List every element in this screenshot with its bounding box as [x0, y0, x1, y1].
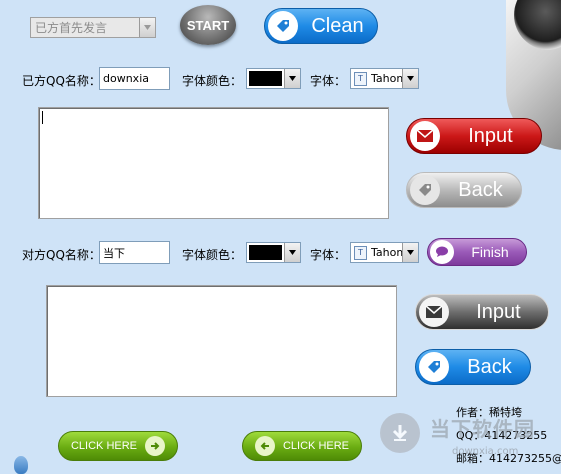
clean-button[interactable]: Clean: [264, 8, 378, 44]
own-input-label: Input: [468, 124, 513, 147]
own-color-label: 字体颜色：: [182, 74, 243, 88]
own-font-select[interactable]: T Tahoma: [350, 68, 419, 89]
finish-label: Finish: [471, 244, 509, 260]
click-right-label: CLICK HERE: [282, 440, 350, 452]
tag-icon: [268, 11, 298, 41]
click-here-right-button[interactable]: CLICK HERE: [242, 431, 362, 461]
own-color-select[interactable]: [246, 68, 301, 89]
other-font-value: Tahoma: [371, 246, 402, 259]
other-input-label: Input: [476, 300, 521, 323]
start-label: START: [186, 17, 230, 33]
other-qq-value: 当下: [103, 246, 125, 260]
download-arrow-icon: [380, 413, 420, 453]
arrow-right-icon: [145, 436, 166, 456]
own-qq-value: downxia: [103, 72, 149, 85]
other-font-select[interactable]: T Tahoma: [350, 242, 419, 263]
chevron-down-icon: [284, 69, 300, 88]
chevron-down-icon: [402, 69, 418, 88]
drop-decoration: [14, 456, 28, 474]
turn-select-value: 已方首先发言: [35, 21, 108, 35]
click-left-label: CLICK HERE: [70, 440, 138, 452]
other-qq-label: 对方QQ名称：: [22, 248, 101, 262]
other-qq-input[interactable]: 当下: [99, 241, 170, 264]
chevron-down-icon: [139, 18, 155, 37]
own-qq-input[interactable]: downxia: [99, 67, 170, 90]
own-qq-label: 已方QQ名称：: [22, 74, 101, 88]
finish-button[interactable]: Finish: [427, 238, 527, 266]
font-icon: T: [354, 245, 367, 260]
own-back-label: Back: [458, 178, 503, 201]
own-font-value: Tahoma: [371, 72, 402, 85]
font-icon: T: [354, 71, 367, 86]
envelope-icon: [410, 121, 440, 151]
other-input-button[interactable]: Input: [415, 294, 549, 330]
own-input-button[interactable]: Input: [406, 118, 542, 154]
envelope-icon: [419, 297, 449, 327]
watermark-brand: 当下软件园: [430, 417, 535, 441]
text-caret: [42, 111, 43, 124]
watermark-url: downxia.com: [452, 446, 519, 457]
arrow-left-icon: [254, 436, 275, 456]
start-button[interactable]: START: [180, 5, 236, 45]
other-back-button[interactable]: Back: [415, 349, 531, 385]
other-color-swatch: [249, 245, 282, 260]
other-color-select[interactable]: [246, 242, 301, 263]
tag-icon: [410, 175, 440, 205]
other-color-label: 字体颜色：: [182, 248, 243, 262]
other-back-label: Back: [467, 355, 512, 378]
chevron-down-icon: [284, 243, 300, 262]
own-color-swatch: [249, 71, 282, 86]
clean-label: Clean: [311, 14, 364, 37]
own-back-button[interactable]: Back: [406, 172, 522, 208]
chevron-down-icon: [402, 243, 418, 262]
other-message-textarea[interactable]: [46, 285, 397, 397]
own-font-label: 字体：: [310, 74, 347, 88]
chat-bubble-icon: [430, 240, 454, 264]
turn-select[interactable]: 已方首先发言: [30, 17, 156, 38]
other-font-label: 字体：: [310, 248, 347, 262]
own-message-textarea[interactable]: [38, 107, 389, 219]
click-here-left-button[interactable]: CLICK HERE: [58, 431, 178, 461]
tag-icon: [419, 352, 449, 382]
